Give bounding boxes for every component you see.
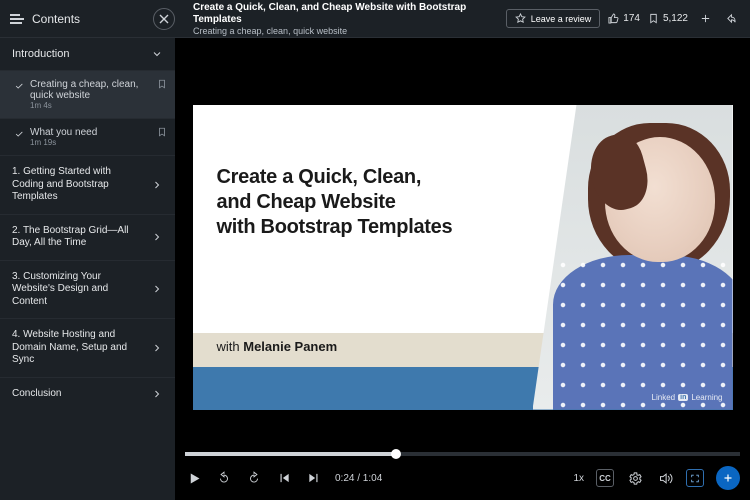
section-introduction[interactable]: Introduction [0,38,175,70]
chapter-title: Conclusion [12,388,151,401]
like-icon [608,13,619,24]
forward-10-button[interactable] [245,469,263,487]
fullscreen-button[interactable] [686,469,704,487]
chevron-right-icon [151,231,163,243]
cc-icon: CC [599,474,611,483]
progress-bar[interactable] [185,452,740,456]
chapter-item[interactable]: 3. Customizing Your Website's Design and… [0,260,175,319]
bookmark-icon[interactable] [157,79,167,89]
video-area[interactable]: Create a Quick, Clean, and Cheap Website… [175,38,750,450]
lesson-item[interactable]: What you need 1m 19s [0,118,175,155]
lesson-title: What you need [30,127,151,138]
progress-fill [185,452,396,456]
plus-icon [700,13,711,24]
add-button[interactable] [696,10,714,28]
lesson-duration: 1m 4s [30,101,151,110]
chapter-title: 4. Website Hosting and Domain Name, Setu… [12,329,151,367]
course-sidebar: Introduction Creating a cheap, clean, qu… [0,38,175,500]
plus-icon [722,472,734,484]
check-icon [14,129,24,139]
chevron-right-icon [151,388,163,400]
progress-thumb[interactable] [391,449,401,459]
fullscreen-icon [690,471,700,486]
section-label: Introduction [12,48,69,60]
lesson-title: Creating a cheap, clean, quick website [30,79,151,101]
review-label: Leave a review [531,14,592,24]
share-icon [726,13,737,24]
likes-count[interactable]: 174 [608,13,640,24]
lesson-subtitle: Creating a cheap, clean, quick website [193,26,496,36]
star-icon [515,13,526,24]
play-button[interactable] [185,469,203,487]
volume-icon [658,471,673,486]
rewind-10-button[interactable] [215,469,233,487]
skip-forward-icon [307,471,321,485]
volume-button[interactable] [656,469,674,487]
timecode: 0:24 / 1:04 [335,473,382,484]
chevron-right-icon [151,342,163,354]
chapter-title: 1. Getting Started with Coding and Boots… [12,166,151,204]
close-icon [159,14,169,24]
bookmark-icon [648,13,659,24]
next-button[interactable] [305,469,323,487]
bookmark-icon[interactable] [157,127,167,137]
settings-button[interactable] [626,469,644,487]
chapter-item[interactable]: 4. Website Hosting and Domain Name, Setu… [0,318,175,377]
skip-back-icon [277,471,291,485]
check-icon [14,81,24,91]
instructor-line: with Melanie Panem [217,339,338,354]
forward-icon [247,471,261,485]
chevron-right-icon [151,283,163,295]
contents-toggle[interactable] [10,14,24,24]
add-note-button[interactable] [716,466,740,490]
previous-button[interactable] [275,469,293,487]
play-icon [187,471,202,486]
course-title: Create a Quick, Clean, and Cheap Website… [193,2,496,26]
linkedin-learning-badge: LinkedinLearning [652,393,723,402]
close-sidebar-button[interactable] [153,8,175,30]
leave-review-button[interactable]: Leave a review [506,9,601,28]
chapter-item[interactable]: 1. Getting Started with Coding and Boots… [0,155,175,214]
saves-count[interactable]: 5,122 [648,13,688,24]
share-button[interactable] [722,10,740,28]
chevron-down-icon [151,48,163,60]
chapter-item[interactable]: 2. The Bootstrap Grid—All Day, All the T… [0,214,175,260]
video-slide: Create a Quick, Clean, and Cheap Website… [193,105,733,410]
slide-title: Create a Quick, Clean, and Cheap Website… [217,165,517,240]
instructor-photo [533,105,733,410]
chapter-title: 3. Customizing Your Website's Design and… [12,271,151,309]
chapter-item[interactable]: Conclusion [0,377,175,411]
gear-icon [628,471,643,486]
playback-speed[interactable]: 1x [573,473,584,484]
chapter-title: 2. The Bootstrap Grid—All Day, All the T… [12,225,151,250]
chevron-right-icon [151,179,163,191]
lesson-duration: 1m 19s [30,138,151,147]
rewind-icon [217,471,231,485]
contents-label: Contents [32,12,80,26]
lesson-item[interactable]: Creating a cheap, clean, quick website 1… [0,70,175,118]
captions-button[interactable]: CC [596,469,614,487]
